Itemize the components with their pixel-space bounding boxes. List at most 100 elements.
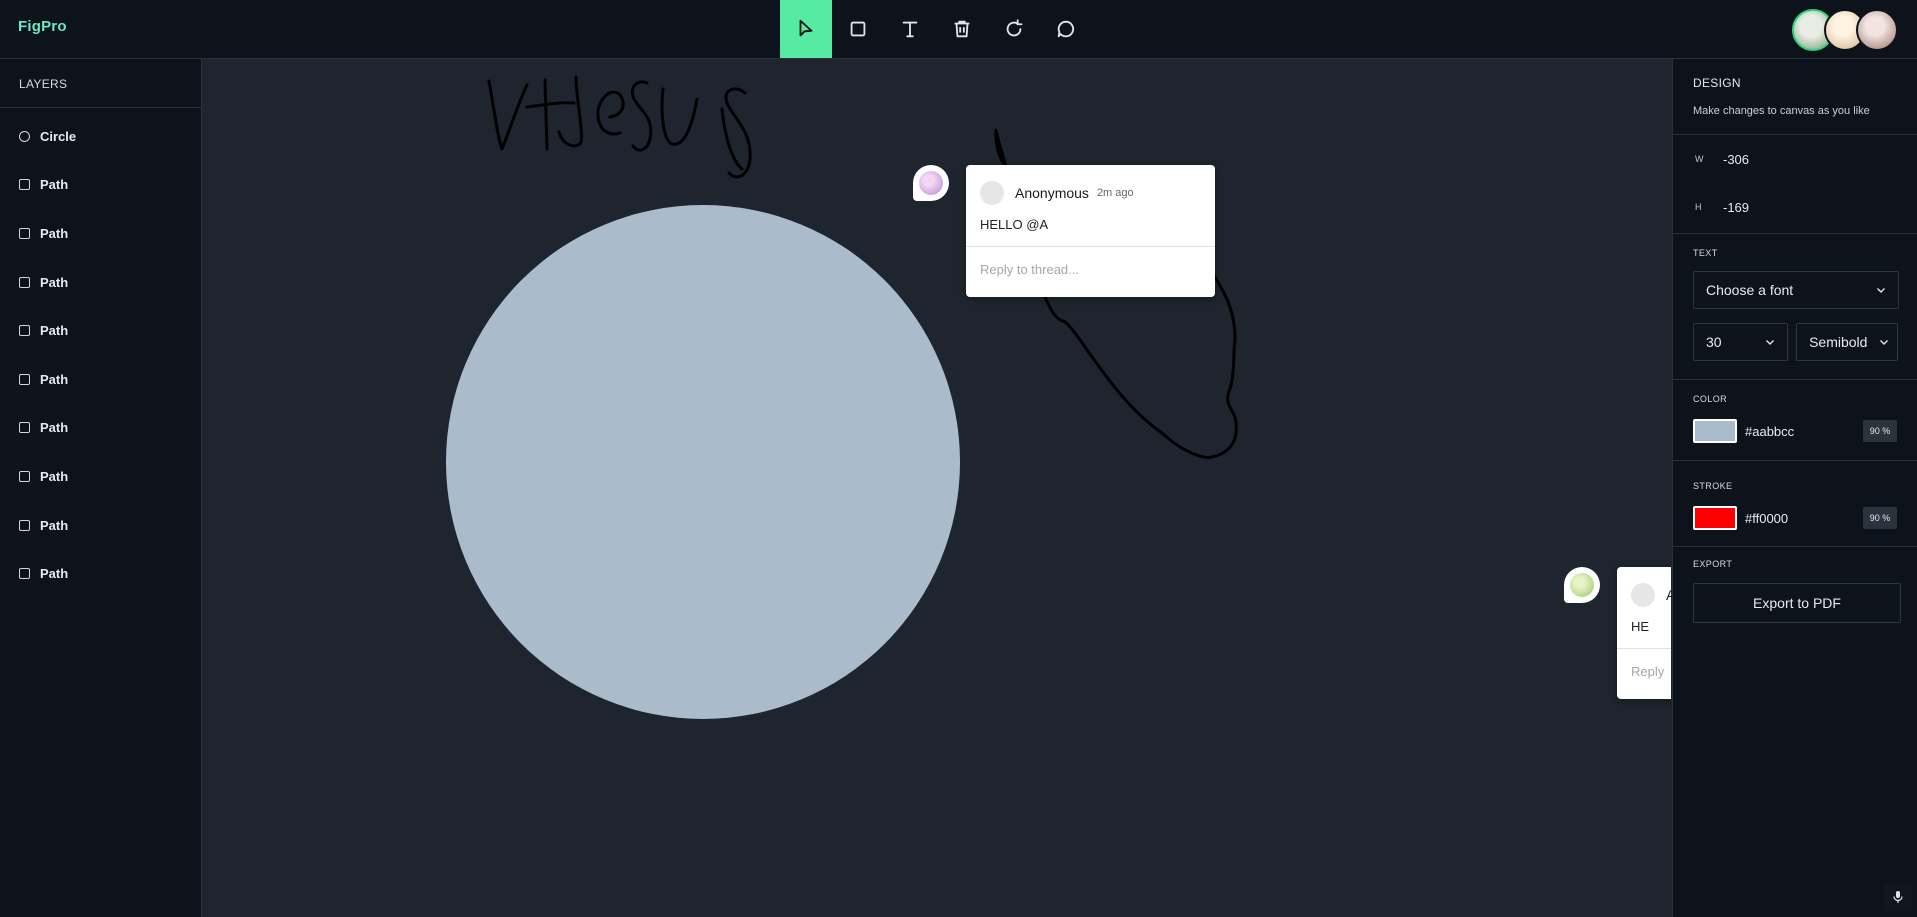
comment-header: A: [1617, 567, 1671, 607]
square-icon: [19, 422, 30, 434]
layer-label: Path: [40, 566, 69, 582]
width-label: W: [1695, 154, 1704, 164]
text-icon: [902, 21, 918, 38]
comment-text: HE: [1631, 619, 1650, 634]
reply-input[interactable]: Reply to thread...: [966, 246, 1215, 292]
chevron-down-icon: [1880, 340, 1888, 345]
comment-thread[interactable]: A HE Reply: [1617, 567, 1671, 699]
font-size-select[interactable]: 30: [1693, 323, 1789, 361]
height-label: H: [1695, 202, 1702, 212]
fill-color-row: #aabbcc 90 %: [1693, 418, 1898, 444]
freehand-stroke[interactable]: [487, 79, 529, 151]
avatar: [919, 171, 943, 195]
square-icon: [19, 568, 30, 580]
reset-tool-button[interactable]: [988, 0, 1040, 58]
width-value[interactable]: -306: [1723, 152, 1749, 167]
height-field[interactable]: H -169: [1673, 183, 1917, 231]
comment-thread[interactable]: Anonymous 2m ago HELLO @A Reply to threa…: [966, 165, 1215, 297]
rectangle-tool-button[interactable]: [832, 0, 884, 58]
cursor-icon: [799, 19, 813, 37]
chevron-down-icon: [1766, 340, 1775, 345]
square-icon: [19, 373, 30, 385]
layer-item-path[interactable]: Path: [0, 404, 201, 453]
square-icon: [19, 276, 30, 288]
layer-item-path[interactable]: Path: [0, 355, 201, 404]
width-field[interactable]: W -306: [1673, 135, 1917, 183]
layer-label: Path: [40, 225, 69, 241]
comment-timestamp: 2m ago: [1096, 187, 1134, 199]
layer-label: Path: [40, 420, 69, 436]
canvas[interactable]: Anonymous 2m ago HELLO @A Reply to threa…: [202, 59, 1671, 917]
layer-item-path[interactable]: Path: [0, 452, 201, 501]
layer-item-path[interactable]: Path: [0, 258, 201, 307]
comment-pin[interactable]: [1564, 567, 1600, 603]
font-family-select[interactable]: Choose a font: [1693, 271, 1899, 309]
text-tool-button[interactable]: [884, 0, 936, 58]
layer-label: Path: [40, 177, 69, 193]
comment-icon: [1057, 20, 1075, 38]
comment-text: HELLO @A: [980, 217, 1049, 232]
design-title: DESIGN: [1693, 76, 1741, 90]
avatar[interactable]: [1856, 9, 1898, 51]
fill-color-swatch[interactable]: [1693, 419, 1737, 443]
top-bar: FigPro: [0, 0, 1917, 59]
layer-label: Circle: [40, 128, 77, 144]
square-icon: [19, 179, 30, 191]
layer-label: Path: [40, 323, 69, 339]
freehand-stroke[interactable]: [660, 87, 699, 146]
freehand-stroke[interactable]: [720, 107, 744, 171]
delete-tool-button[interactable]: [936, 0, 988, 58]
layers-panel: LAYERS Circle Path Path Path Path Path P…: [0, 59, 202, 917]
select-tool-button[interactable]: [780, 0, 832, 58]
freehand-stroke[interactable]: [543, 78, 549, 151]
collaborator-avatars: [1792, 9, 1898, 51]
stroke-color-hex[interactable]: #ff0000: [1745, 511, 1863, 526]
comment-pin[interactable]: [913, 165, 949, 201]
font-weight-select[interactable]: Semibold: [1796, 323, 1898, 361]
avatar: [980, 181, 1004, 205]
design-panel: DESIGN Make changes to canvas as you lik…: [1672, 59, 1917, 917]
fill-opacity[interactable]: 90 %: [1863, 420, 1897, 442]
layer-item-path[interactable]: Path: [0, 549, 201, 598]
square-icon: [850, 21, 866, 37]
canvas-circle[interactable]: [446, 205, 960, 719]
toolbar: [780, 0, 1092, 58]
font-weight-value: Semibold: [1809, 334, 1868, 350]
square-icon: [19, 227, 30, 239]
avatar: [1631, 583, 1655, 607]
avatar: [1570, 573, 1594, 597]
stroke-color-row: #ff0000 90 %: [1693, 505, 1898, 531]
comment-tool-button[interactable]: [1040, 0, 1092, 58]
layers-title: LAYERS: [0, 59, 201, 108]
freehand-stroke[interactable]: [525, 101, 576, 109]
fill-color-hex[interactable]: #aabbcc: [1745, 424, 1863, 439]
layer-item-path[interactable]: Path: [0, 209, 201, 258]
layer-label: Path: [40, 468, 69, 484]
freehand-handwriting[interactable]: [487, 75, 752, 179]
export-section-title: EXPORT: [1693, 559, 1733, 569]
layer-label: Path: [40, 517, 69, 533]
square-icon: [19, 519, 30, 531]
freehand-stroke[interactable]: [596, 90, 625, 136]
design-subtitle: Make changes to canvas as you like: [1693, 105, 1870, 117]
microphone-button[interactable]: [1884, 883, 1912, 911]
export-pdf-button[interactable]: Export to PDF: [1693, 583, 1901, 623]
height-value[interactable]: -169: [1723, 200, 1749, 215]
circle-icon: [19, 130, 30, 142]
chevron-down-icon: [1877, 288, 1885, 293]
freehand-stroke[interactable]: [557, 75, 584, 148]
rotate-icon: [1006, 19, 1023, 37]
comment-header: Anonymous 2m ago: [966, 165, 1215, 205]
microphone-icon: [1893, 891, 1903, 903]
square-icon: [19, 325, 30, 337]
app-logo[interactable]: FigPro: [18, 18, 67, 35]
layer-item-path[interactable]: Path: [0, 501, 201, 550]
layer-item-circle[interactable]: Circle: [0, 112, 201, 161]
layer-item-path[interactable]: Path: [0, 161, 201, 210]
freehand-stroke[interactable]: [631, 80, 653, 152]
layer-item-path[interactable]: Path: [0, 306, 201, 355]
stroke-opacity[interactable]: 90 %: [1863, 507, 1897, 529]
text-section-title: TEXT: [1693, 248, 1718, 258]
stroke-color-swatch[interactable]: [1693, 506, 1737, 530]
reply-input[interactable]: Reply: [1617, 648, 1671, 694]
